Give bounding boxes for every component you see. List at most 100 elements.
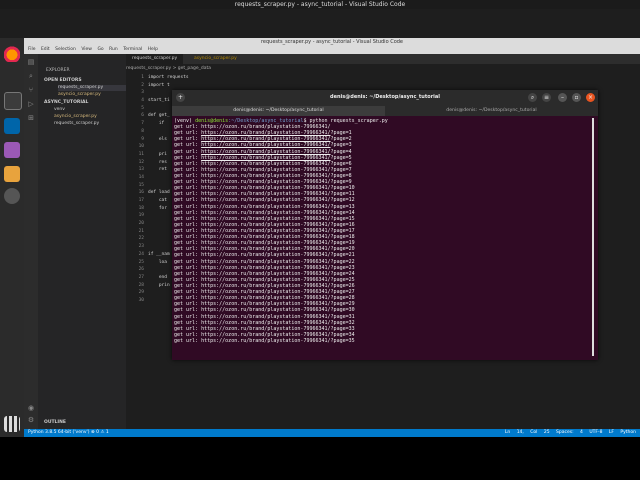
open-editors-label[interactable]: OPEN EDITORS xyxy=(44,78,132,84)
line-prefix: get url: xyxy=(174,270,202,277)
breadcrumb[interactable]: requests_scraper.py > get_page_data xyxy=(126,64,640,74)
terminal-output[interactable]: (venv) denis@denis:~/Desktop/async_tutor… xyxy=(174,118,594,358)
line-prefix: get url: xyxy=(174,319,202,326)
search-icon[interactable]: ⌕ xyxy=(528,93,537,102)
line-number: 22 xyxy=(138,236,144,242)
line-number: 2 xyxy=(141,82,144,88)
terminal-line: get url: https://ozon.ru/brand/playstati… xyxy=(174,338,594,344)
line-page: ?page=5 xyxy=(330,154,352,161)
line-url: https://ozon.ru/brand/playstation-799663… xyxy=(201,319,331,326)
line-url: https://ozon.ru/brand/playstation-799663… xyxy=(201,258,331,265)
line-url: https://ozon.ru/brand/playstation-799663… xyxy=(201,240,331,247)
settings-icon[interactable] xyxy=(4,188,20,204)
menu-item[interactable]: Edit xyxy=(41,47,50,52)
prompt-path: :~/Desktop/async_tutorial xyxy=(228,118,304,124)
menu-item[interactable]: Run xyxy=(109,47,118,52)
line-prefix: get url: xyxy=(174,136,202,143)
line-prefix: get url: xyxy=(174,154,202,161)
search-icon[interactable]: ⌕ xyxy=(27,72,35,80)
line-number: 15 xyxy=(138,182,144,188)
line-url: https://ozon.ru/brand/playstation-799663… xyxy=(201,270,331,277)
line-url: https://ozon.ru/brand/playstation-799663… xyxy=(201,191,331,198)
line-url: https://ozon.ru/brand/playstation-799663… xyxy=(201,142,331,149)
line-page: ?page=34 xyxy=(330,331,355,338)
explorer-icon[interactable]: ▤ xyxy=(27,58,35,66)
line-prefix: get url: xyxy=(174,227,202,234)
line-url: https://ozon.ru/brand/playstation-799663… xyxy=(201,264,331,271)
tab-requests-scraper[interactable]: requests_scraper.py xyxy=(126,54,184,64)
menu-icon[interactable]: ≡ xyxy=(542,93,551,102)
editor-icon[interactable] xyxy=(4,166,20,182)
line-page: ?page=35 xyxy=(330,337,355,344)
status-left[interactable]: Python 3.8.5 64-bit ('venv') ⊗ 0 ⚠ 1 xyxy=(28,429,109,437)
vscode-icon[interactable] xyxy=(4,118,20,134)
line-page: ?page=12 xyxy=(330,197,355,204)
line-number: 17 xyxy=(138,198,144,203)
terminal-scrollbar[interactable] xyxy=(592,118,594,356)
line-number: 10 xyxy=(138,144,144,150)
files-icon[interactable] xyxy=(4,142,20,158)
account-icon[interactable]: ◉ xyxy=(27,404,35,412)
status-right[interactable]: Ln 14, Col 25 Spaces: 4 UTF-8 LF Python xyxy=(505,429,636,437)
line-prefix: get url: xyxy=(174,313,202,320)
tab-asyncio-scraper[interactable]: asyncio_scraper.py xyxy=(188,54,243,64)
line-page: ?page=30 xyxy=(330,307,355,314)
line-number: 19 xyxy=(138,213,144,219)
terminal-window[interactable]: + denis@denis: ~/Desktop/async_tutorial … xyxy=(172,90,598,360)
topbar-title: requests_scraper.py - async_tutorial - V… xyxy=(234,1,406,8)
terminal-icon[interactable] xyxy=(4,92,22,110)
line-url: https://ozon.ru/brand/playstation-799663… xyxy=(201,313,331,320)
source-control-icon[interactable]: ⑂ xyxy=(27,86,35,94)
menu-item[interactable]: Help xyxy=(148,47,158,52)
extensions-icon[interactable]: ⊞ xyxy=(27,114,35,122)
menu-item[interactable]: Go xyxy=(97,47,103,52)
line-prefix: get url: xyxy=(174,295,202,302)
line-page: ?page=9 xyxy=(330,179,352,186)
line-prefix: get url: xyxy=(174,240,202,247)
line-prefix: get url: xyxy=(174,124,202,131)
line-number: 9 xyxy=(141,136,144,142)
menu-item[interactable]: Terminal xyxy=(123,47,142,52)
line-prefix: get url: xyxy=(174,191,202,198)
line-page: ?page=3 xyxy=(330,142,352,149)
line-prefix: get url: xyxy=(174,185,202,192)
maximize-icon[interactable]: ▫ xyxy=(572,93,581,102)
line-url: https://ozon.ru/brand/playstation-799663… xyxy=(201,337,331,344)
debug-icon[interactable]: ▷ xyxy=(27,100,35,108)
line-number: 21 xyxy=(138,228,144,234)
open-editor-item[interactable]: requests_scraper.py xyxy=(58,85,126,91)
line-page: ?page=21 xyxy=(330,252,355,259)
close-icon[interactable]: × xyxy=(586,93,595,102)
folder-label[interactable]: ASYNC_TUTORIAL xyxy=(44,100,132,106)
line-url: https://ozon.ru/brand/playstation-799663… xyxy=(201,276,331,283)
terminal-tab-active[interactable]: denis@denis: ~/Desktop/async_tutorial xyxy=(172,106,385,116)
minimize-icon[interactable]: – xyxy=(558,93,567,102)
app-grid-icon[interactable] xyxy=(4,416,20,432)
line-page: ?page=11 xyxy=(330,191,355,198)
line-page: ?page=22 xyxy=(330,258,355,265)
menu-item[interactable]: File xyxy=(28,47,36,52)
line-prefix: get url: xyxy=(174,203,202,210)
firefox-icon[interactable] xyxy=(4,46,20,62)
line-url: https://ozon.ru/brand/playstation-799663… xyxy=(201,154,331,161)
line-page: ?page=31 xyxy=(330,313,355,320)
menu-item[interactable]: Selection xyxy=(55,47,76,52)
line-page: ?page=6 xyxy=(330,160,352,167)
line-prefix: get url: xyxy=(174,209,202,216)
line-prefix: get url: xyxy=(174,301,202,308)
line-page: ?page=8 xyxy=(330,172,352,179)
gear-icon[interactable]: ⚙ xyxy=(27,416,35,424)
line-url: https://ozon.ru/brand/playstation-799663… xyxy=(201,166,331,173)
line-prefix: get url: xyxy=(174,221,202,228)
line-prefix: get url: xyxy=(174,172,202,179)
line-number: 4 xyxy=(141,98,144,104)
line-page: ?page=10 xyxy=(330,185,355,192)
terminal-tab-inactive[interactable]: denis@denis: ~/Desktop/async_tutorial xyxy=(385,106,598,116)
line-page: ?page=14 xyxy=(330,209,355,216)
line-url: https://ozon.ru/brand/playstation-799663… xyxy=(201,124,331,131)
line-url: https://ozon.ru/brand/playstation-799663… xyxy=(201,160,331,167)
line-number: 20 xyxy=(138,221,144,227)
outline-label[interactable]: OUTLINE xyxy=(44,420,132,426)
menu-item[interactable]: View xyxy=(81,47,92,52)
line-page: ?page=20 xyxy=(330,246,355,253)
